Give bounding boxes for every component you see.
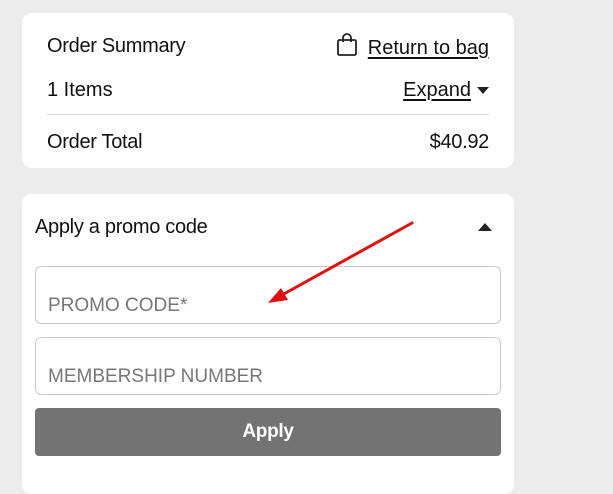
order-total-value: $40.92 xyxy=(429,131,490,153)
order-summary-title: Order Summary xyxy=(47,35,186,57)
promo-code-card: Apply a promo code Apply xyxy=(22,194,514,494)
membership-number-field[interactable] xyxy=(35,337,501,395)
expand-toggle[interactable]: Expand xyxy=(403,79,489,102)
divider xyxy=(47,114,489,115)
return-to-bag-label: Return to bag xyxy=(367,36,489,59)
shopping-bag-icon xyxy=(336,33,358,63)
promo-section-title[interactable]: Apply a promo code xyxy=(35,216,208,239)
return-to-bag-link[interactable]: Return to bag xyxy=(336,33,489,63)
items-count: 1 Items xyxy=(47,79,113,101)
chevron-up-icon[interactable] xyxy=(478,223,492,231)
promo-code-field[interactable] xyxy=(35,266,501,324)
apply-button[interactable]: Apply xyxy=(35,408,501,456)
promo-code-input[interactable] xyxy=(48,295,488,317)
chevron-down-icon xyxy=(477,87,489,94)
order-summary-card: Order Summary Return to bag 1 Items Expa… xyxy=(22,13,514,168)
expand-label: Expand xyxy=(403,79,471,101)
membership-number-input[interactable] xyxy=(48,366,488,388)
order-total-label: Order Total xyxy=(47,131,143,153)
